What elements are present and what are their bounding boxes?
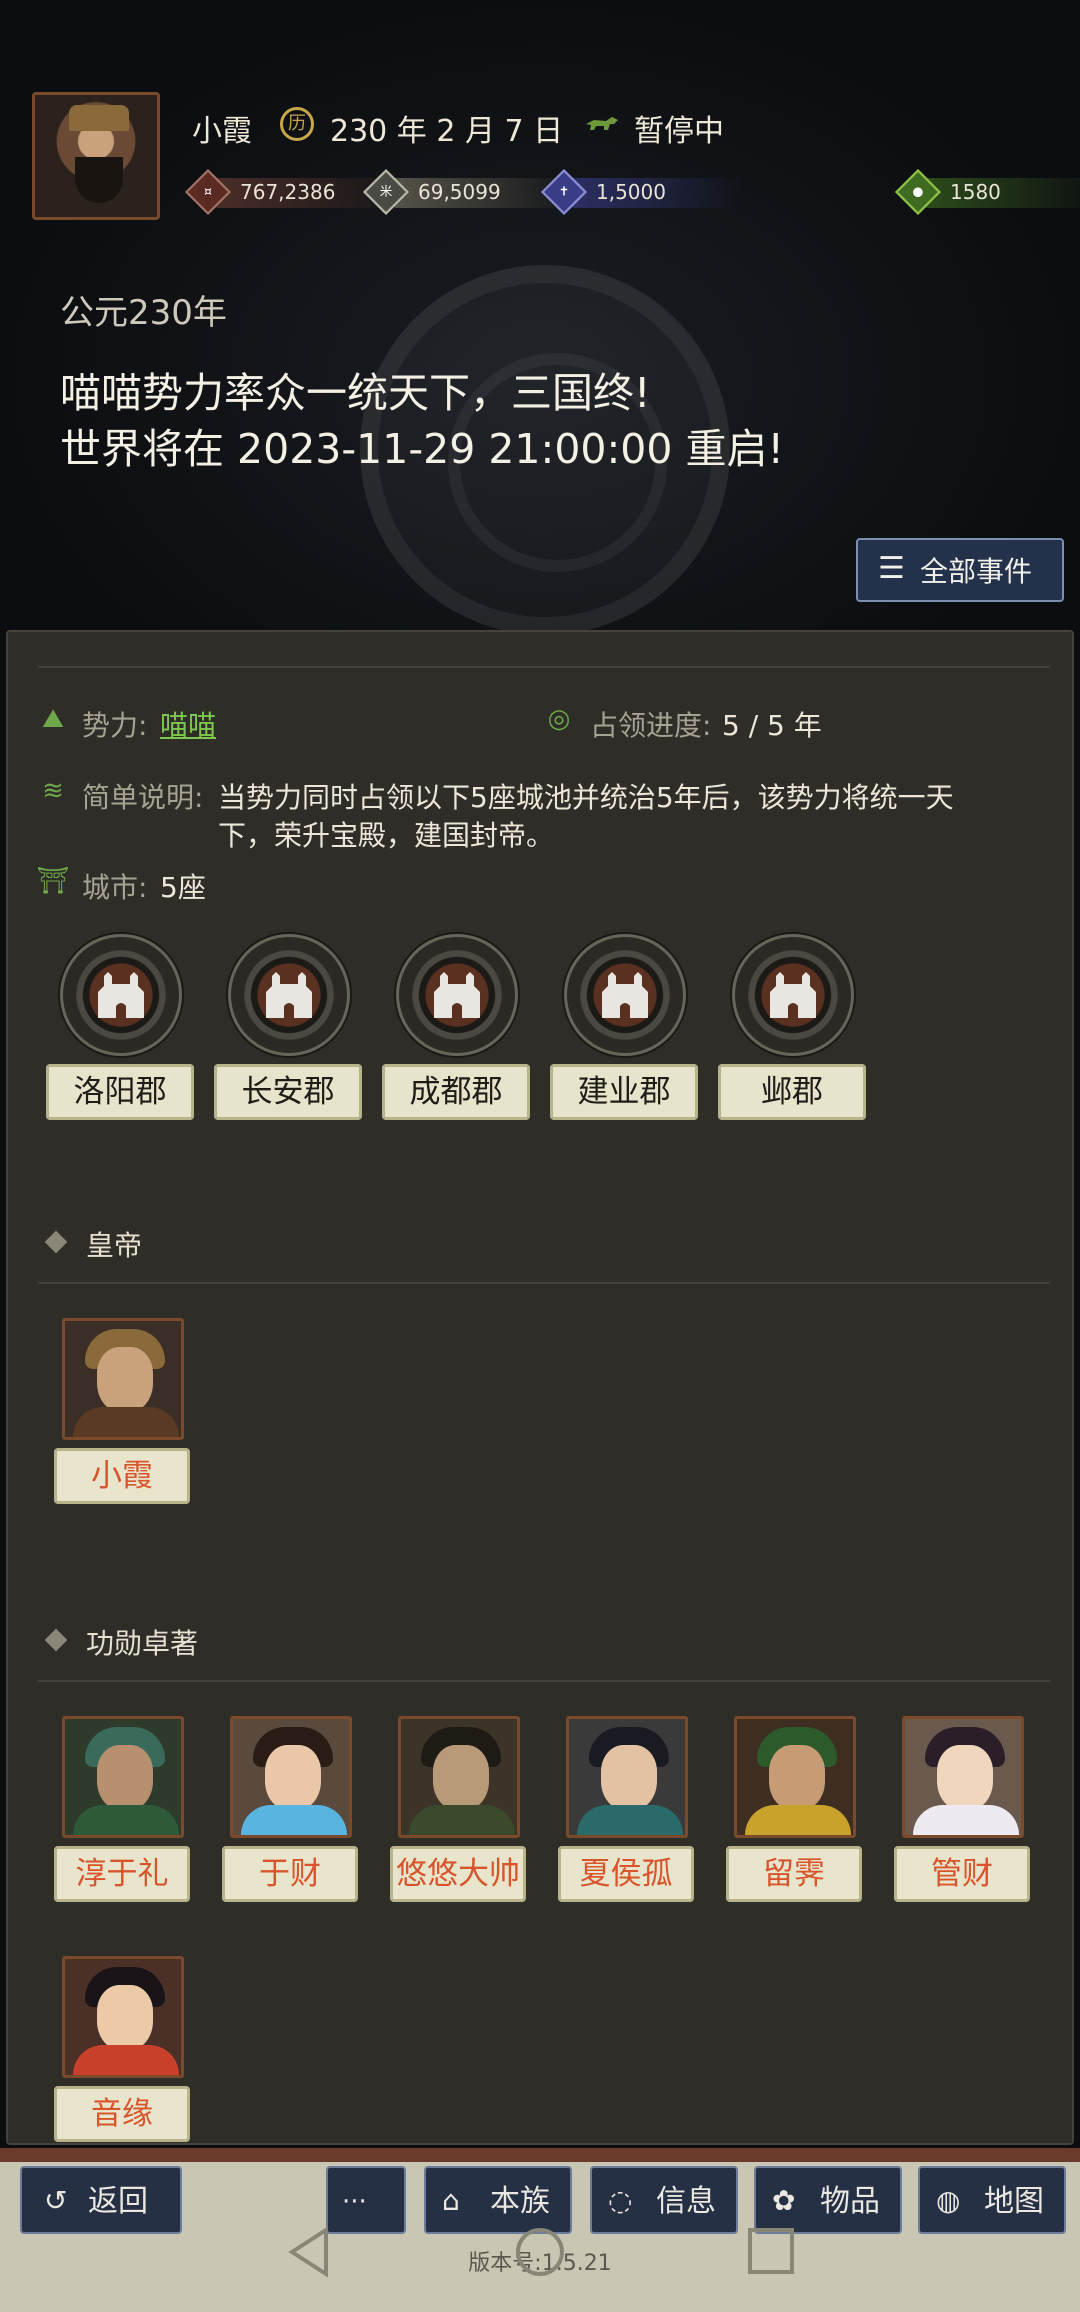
city-gate-icon: ⛩ — [36, 866, 70, 896]
scroll-icon: ≋ — [42, 776, 64, 806]
nav-recents-icon[interactable] — [746, 2226, 796, 2276]
hero-card[interactable]: 小霞 — [54, 1318, 190, 1508]
hero-name: 管财 — [894, 1846, 1030, 1902]
header: 小霞 历 230 年 2 月 7 日 暂停中 ¤ 767,2386 米 69,5… — [0, 0, 1080, 635]
divider — [38, 1282, 1050, 1284]
more-button[interactable]: ··· — [326, 2166, 406, 2234]
faction-label: 势力: — [82, 709, 148, 742]
hero-card[interactable]: 夏侯孤 — [558, 1716, 694, 1906]
hero-portrait — [902, 1716, 1024, 1838]
horse-icon — [586, 117, 618, 130]
game-date: 230 年 2 月 7 日 — [330, 114, 564, 149]
hero-card[interactable]: 于财 — [222, 1716, 358, 1906]
hero-card[interactable]: 留霁 — [726, 1716, 862, 1906]
hero-name: 于财 — [222, 1846, 358, 1902]
city-card[interactable]: 洛阳郡 — [46, 934, 194, 1124]
clan-button[interactable]: ⌂ 本族 — [424, 2166, 572, 2234]
castle-icon — [770, 972, 816, 1018]
info-button[interactable]: ◌ 信息 — [590, 2166, 738, 2234]
return-arrow-icon: ↺ — [44, 2184, 68, 2217]
castle-icon — [266, 972, 312, 1018]
hero-card[interactable]: 淳于礼 — [54, 1716, 190, 1906]
hero-card[interactable]: 悠悠大帅 — [390, 1716, 526, 1906]
divider — [38, 1680, 1050, 1682]
hero-name: 悠悠大帅 — [390, 1846, 526, 1902]
money-bag-icon: ● — [912, 184, 924, 200]
mountain-icon: ⛰ — [42, 704, 64, 734]
castle-icon — [602, 972, 648, 1018]
hero-portrait — [398, 1716, 520, 1838]
diamond-bullet-icon — [44, 1230, 68, 1254]
castle-icon — [98, 972, 144, 1018]
hero-portrait — [230, 1716, 352, 1838]
hero-name: 音缘 — [54, 2086, 190, 2142]
hero-name: 淳于礼 — [54, 1846, 190, 1902]
city-name: 长安郡 — [214, 1064, 362, 1120]
description-line-1: 当势力同时占领以下5座城池并统治5年后，该势力将统一天 — [218, 781, 954, 814]
player-name: 小霞 — [192, 114, 252, 149]
hero-name: 留霁 — [726, 1846, 862, 1902]
city-card[interactable]: 建业郡 — [550, 934, 698, 1124]
city-name: 邺郡 — [718, 1064, 866, 1120]
hero-name: 小霞 — [54, 1448, 190, 1504]
headline-line-2: 世界将在 2023-11-29 21:00:00 重启! — [60, 425, 784, 473]
divider — [38, 666, 1050, 668]
nav-home-icon[interactable] — [514, 2226, 566, 2278]
chat-icon: ◌ — [608, 2184, 633, 2217]
description-line-2: 下，荣升宝殿，建国封帝。 — [218, 819, 555, 852]
headline-line-1: 喵喵势力率众一统天下，三国终! — [60, 369, 651, 417]
emperor-section-title: 皇帝 — [86, 1229, 143, 1262]
hero-portrait — [566, 1716, 688, 1838]
city-count: 5座 — [160, 871, 206, 904]
hero-portrait — [62, 1716, 184, 1838]
player-avatar[interactable] — [32, 92, 160, 220]
progress-label: 占领进度: — [590, 709, 712, 742]
hero-name: 夏侯孤 — [558, 1846, 694, 1902]
city-card[interactable]: 长安郡 — [214, 934, 362, 1124]
city-card[interactable]: 成都郡 — [382, 934, 530, 1124]
era-label: 公元230年 — [60, 293, 227, 333]
city-name: 成都郡 — [382, 1064, 530, 1120]
clan-icon: ⌂ — [442, 2184, 460, 2217]
hero-portrait — [62, 1956, 184, 2078]
description-label: 简单说明: — [82, 781, 204, 814]
grain-icon: 米 — [379, 184, 393, 200]
hero-card[interactable]: 音缘 — [54, 1956, 190, 2146]
map-button[interactable]: ◍ 地图 — [918, 2166, 1066, 2234]
bag-icon: ✿ — [772, 2184, 796, 2217]
headline: 喵喵势力率众一统天下，三国终! 世界将在 2023-11-29 21:00:00… — [60, 365, 784, 477]
soldier-icon: ✝ — [558, 184, 570, 200]
menu-icon: ☰ — [878, 551, 905, 586]
back-button[interactable]: ↺ 返回 — [20, 2166, 182, 2234]
coin-icon: ¤ — [203, 184, 213, 200]
nav-back-icon[interactable] — [286, 2226, 334, 2278]
items-button[interactable]: ✿ 物品 — [754, 2166, 902, 2234]
hero-card[interactable]: 管财 — [894, 1716, 1030, 1906]
hero-portrait — [734, 1716, 856, 1838]
progress-value: 5 / 5 年 — [722, 709, 822, 742]
merit-section-title: 功勋卓著 — [86, 1627, 199, 1660]
calendar-icon: 历 — [280, 107, 314, 141]
game-status: 暂停中 — [634, 114, 724, 149]
city-card[interactable]: 邺郡 — [718, 934, 866, 1124]
ellipsis-icon: ··· — [342, 2187, 367, 2217]
calendar-icon: ◎ — [547, 704, 571, 734]
diamond-bullet-icon — [44, 1628, 68, 1652]
castle-icon — [434, 972, 480, 1018]
all-events-button[interactable]: ☰ 全部事件 — [856, 538, 1064, 602]
globe-icon: ◍ — [936, 2184, 961, 2217]
city-label: 城市: — [82, 871, 148, 904]
city-name: 洛阳郡 — [46, 1064, 194, 1120]
unification-panel: ⛰ 势力: 喵喵 ◎ 占领进度: 5 / 5 年 ≋ 简单说明: 当势力同时占领… — [6, 630, 1074, 2145]
faction-link[interactable]: 喵喵 — [160, 704, 216, 744]
city-name: 建业郡 — [550, 1064, 698, 1120]
hero-portrait — [62, 1318, 184, 1440]
